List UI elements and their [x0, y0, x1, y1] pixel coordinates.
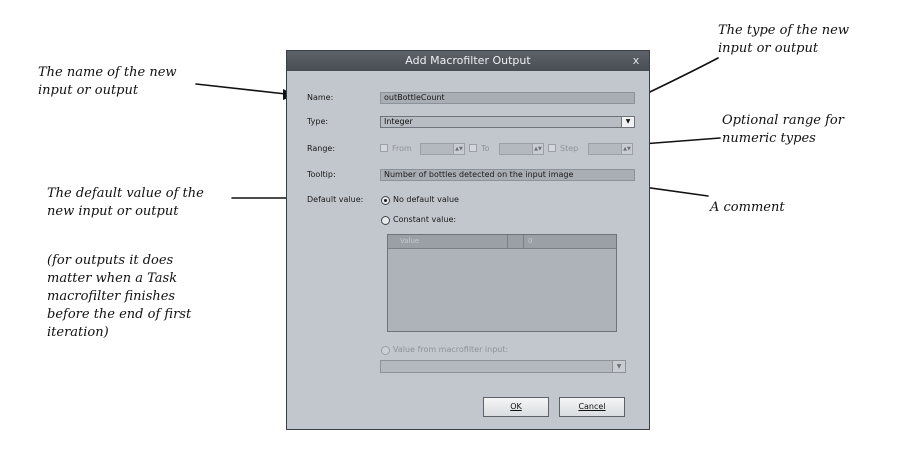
annotation-outputs-line-4: before the end of first: [47, 307, 192, 322]
type-combobox[interactable]: Integer ▼: [380, 116, 635, 128]
grid-header: Value 0: [388, 235, 616, 249]
annotation-comment: A comment: [710, 199, 785, 217]
default-value-label: Default value:: [307, 195, 364, 204]
annotation-comment-line-1: A comment: [710, 200, 785, 215]
from-input-label: Value from macrofilter input:: [393, 345, 509, 354]
annotation-name: The name of the new input or output: [38, 64, 177, 100]
annotation-default-line-2: new input or output: [47, 204, 179, 219]
annotation-range-line-1: Optional range for: [722, 113, 844, 128]
annotation-outputs-line-3: macrofilter finishes: [47, 289, 176, 304]
range-from-spinbox[interactable]: ▲▼: [420, 143, 465, 155]
close-icon[interactable]: x: [629, 51, 643, 71]
constant-value-radio[interactable]: [381, 216, 390, 225]
annotation-outputs-line-2: matter when a Task: [47, 271, 178, 286]
no-default-radio[interactable]: [381, 196, 390, 205]
range-to-label: To: [481, 144, 490, 153]
annotation-name-line-1: The name of the new: [38, 65, 177, 80]
spin-arrows-icon[interactable]: ▲▼: [532, 144, 543, 154]
add-macrofilter-output-dialog: Add Macrofilter Output x Name: outBottle…: [286, 50, 650, 430]
annotation-type: The type of the new input or output: [718, 22, 849, 58]
annotation-default-value: The default value of the new input or ou…: [47, 185, 204, 221]
arrow-range: [641, 137, 721, 145]
constant-value-label: Constant value:: [393, 215, 457, 224]
range-label: Range:: [307, 144, 336, 153]
range-to-checkbox[interactable]: [469, 144, 477, 152]
range-to-spinbox[interactable]: ▲▼: [499, 143, 544, 155]
spin-arrows-icon[interactable]: ▲▼: [453, 144, 464, 154]
annotation-name-line-2: input or output: [38, 83, 139, 98]
chevron-down-icon[interactable]: ▼: [612, 361, 625, 372]
range-row: From ▲▼ To ▲▼ Step ▲▼: [380, 143, 635, 155]
annotation-outputs-line-1: (for outputs it does: [47, 253, 174, 268]
annotation-type-line-2: input or output: [718, 41, 819, 56]
name-label: Name:: [307, 93, 334, 102]
dialog-title: Add Macrofilter Output: [405, 54, 531, 67]
annotation-range-line-2: numeric types: [722, 131, 816, 146]
range-from-label: From: [392, 144, 412, 153]
annotation-outputs-note: (for outputs it does matter when a Task …: [47, 252, 191, 342]
tooltip-label: Tooltip:: [307, 170, 336, 179]
constant-value-grid[interactable]: Value 0: [387, 234, 617, 332]
chevron-down-icon[interactable]: ▼: [621, 117, 634, 127]
grid-header-index: 0: [528, 237, 533, 245]
from-input-radio[interactable]: [381, 346, 390, 355]
range-from-checkbox[interactable]: [380, 144, 388, 152]
grid-header-value: Value: [388, 235, 508, 248]
no-default-label: No default value: [393, 195, 459, 204]
annotation-type-line-1: The type of the new: [718, 23, 849, 38]
annotation-default-line-1: The default value of the: [47, 186, 204, 201]
tooltip-field[interactable]: Number of bottles detected on the input …: [380, 169, 635, 181]
dialog-titlebar[interactable]: Add Macrofilter Output x: [287, 51, 649, 71]
annotation-range: Optional range for numeric types: [722, 112, 844, 148]
grid-header-sep: [508, 235, 524, 248]
name-field[interactable]: outBottleCount: [380, 92, 635, 104]
arrow-name: [195, 83, 287, 95]
range-step-spinbox[interactable]: ▲▼: [588, 143, 633, 155]
macrofilter-input-combobox[interactable]: ▼: [380, 360, 626, 373]
cancel-button[interactable]: Cancel: [559, 397, 625, 417]
type-value: Integer: [384, 117, 413, 126]
annotation-outputs-line-5: iteration): [47, 325, 109, 340]
range-step-label: Step: [560, 144, 579, 153]
range-step-checkbox[interactable]: [548, 144, 556, 152]
spin-arrows-icon[interactable]: ▲▼: [621, 144, 632, 154]
ok-button[interactable]: OK: [483, 397, 549, 417]
type-label: Type:: [307, 117, 329, 126]
